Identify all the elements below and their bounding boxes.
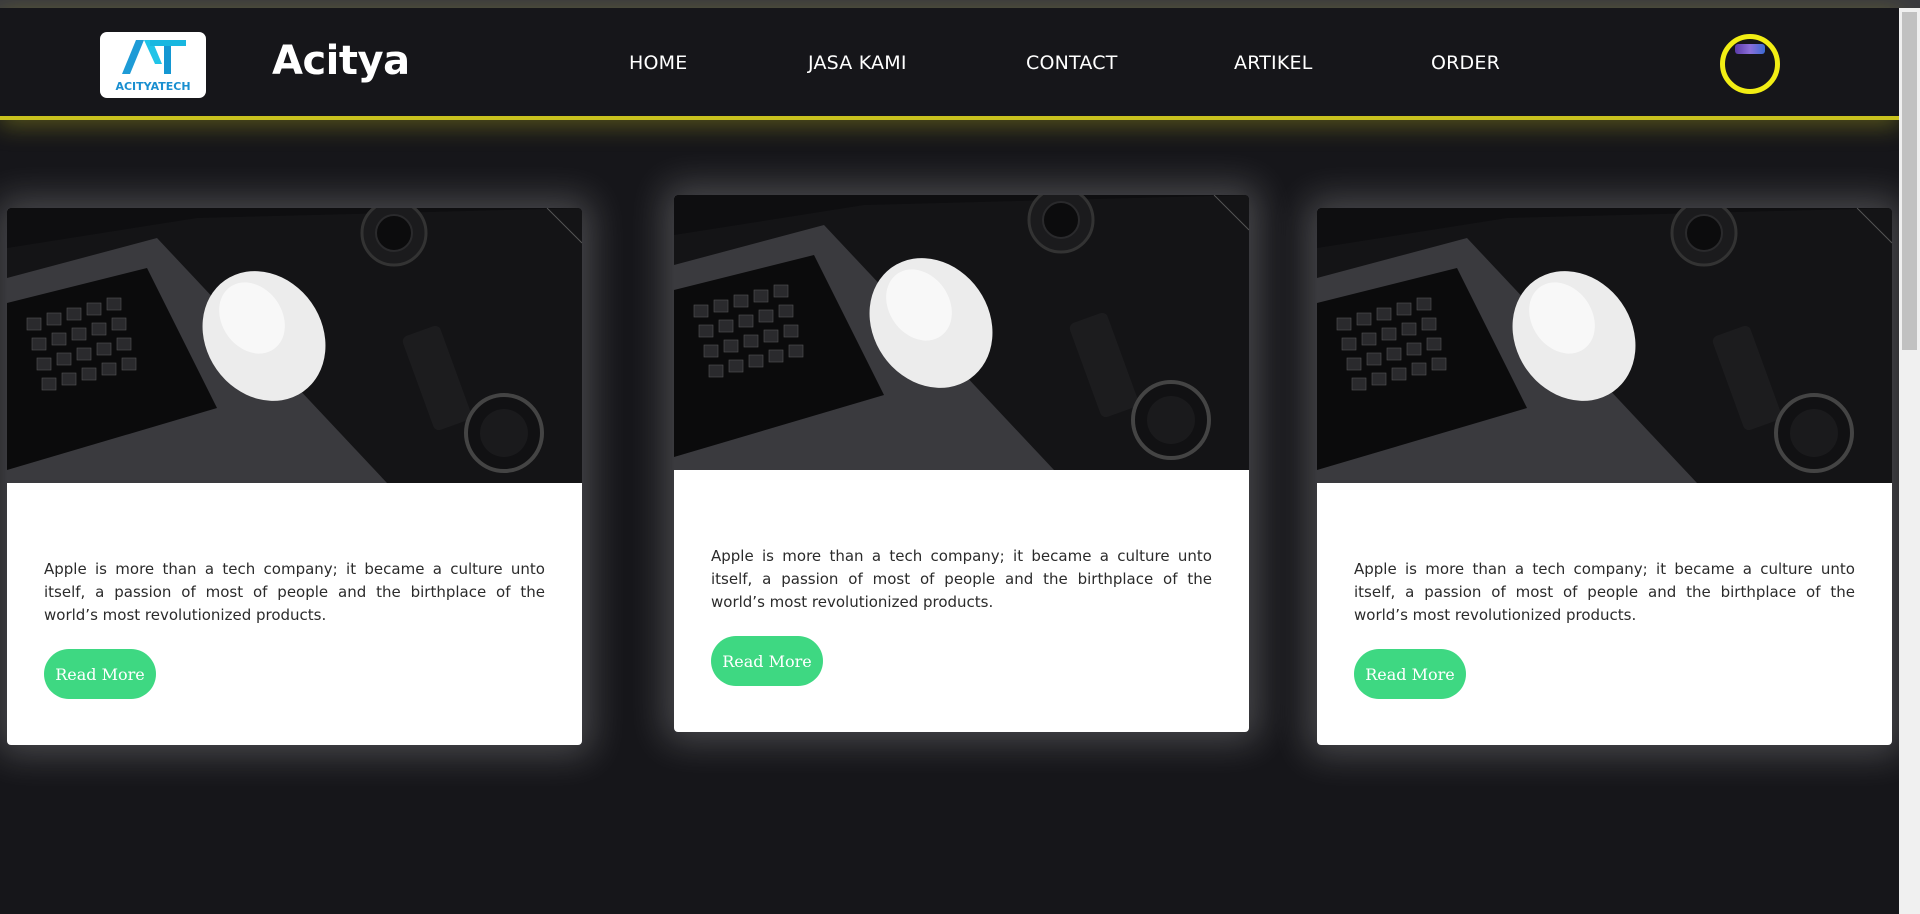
- nav-artikel[interactable]: ARTIKEL: [1234, 52, 1312, 74]
- scrollbar-thumb[interactable]: [1902, 12, 1917, 350]
- site-header: ACITYATECH Acitya HOME JASA KAMI CONTACT…: [0, 8, 1899, 120]
- logo[interactable]: ACITYATECH: [100, 32, 206, 98]
- profile-avatar[interactable]: [1720, 34, 1780, 94]
- read-more-button[interactable]: Read More: [711, 636, 823, 686]
- browser-top-bar: [0, 0, 1920, 8]
- logo-icon: ACITYATECH: [115, 40, 191, 93]
- nav-home[interactable]: HOME: [629, 52, 687, 74]
- card-image: [674, 195, 1249, 470]
- logo-text: ACITYATECH: [115, 80, 190, 93]
- laptop-mouse-watch-photo: [1317, 208, 1892, 483]
- card-image: [1317, 208, 1892, 483]
- laptop-mouse-watch-photo: [674, 195, 1249, 470]
- read-more-button[interactable]: Read More: [1354, 649, 1466, 699]
- card-text: Apple is more than a tech company; it be…: [1354, 560, 1855, 624]
- nav-jasa-kami[interactable]: JASA KAMI: [808, 52, 907, 74]
- card-image: [7, 208, 582, 483]
- laptop-mouse-watch-photo: [7, 208, 582, 483]
- read-more-button[interactable]: Read More: [44, 649, 156, 699]
- card-text: Apple is more than a tech company; it be…: [711, 547, 1212, 611]
- nav-contact[interactable]: CONTACT: [1026, 52, 1118, 74]
- nav-order[interactable]: ORDER: [1431, 52, 1500, 74]
- article-card-2: Apple is more than a tech company; it be…: [674, 195, 1249, 732]
- article-card-1: Apple is more than a tech company; it be…: [7, 208, 582, 745]
- brand-title[interactable]: Acitya: [272, 38, 410, 84]
- scrollbar[interactable]: [1899, 8, 1920, 914]
- article-card-3: Apple is more than a tech company; it be…: [1317, 208, 1892, 745]
- card-text: Apple is more than a tech company; it be…: [44, 560, 545, 624]
- avatar-image: [1735, 44, 1765, 54]
